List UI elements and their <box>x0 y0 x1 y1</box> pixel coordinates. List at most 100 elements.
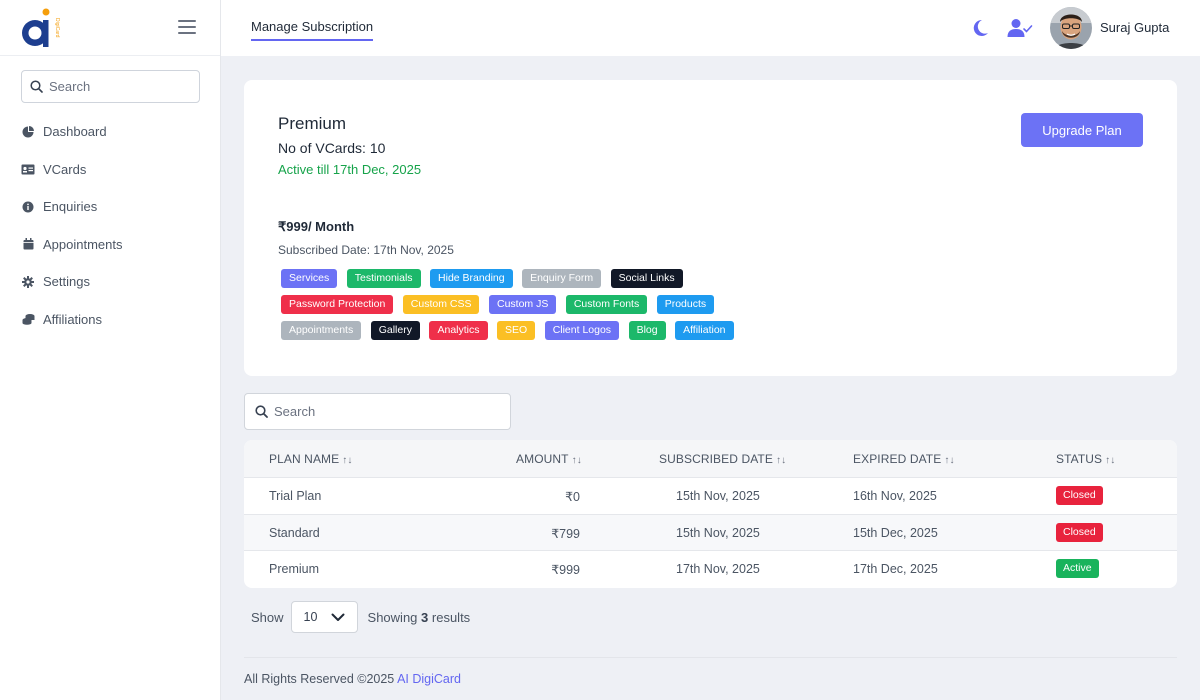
column-header-amount[interactable]: AMOUNT ↑↓ <box>516 452 582 466</box>
user-avatar[interactable] <box>1050 7 1092 49</box>
sidebar-item-affiliations[interactable]: Affiliations <box>0 301 220 339</box>
subscriptions-table: PLAN NAME ↑↓ AMOUNT ↑↓ SUBSCRIBED DATE ↑↓ E… <box>244 440 1177 589</box>
gear-icon <box>21 275 35 289</box>
feature-badge: Password Protection <box>281 295 394 314</box>
id-card-icon <box>21 162 35 176</box>
sidebar-item-dashboard[interactable]: Dashboard <box>0 113 220 151</box>
feature-badge: Products <box>656 295 715 314</box>
plan-vcards-count: No of VCards: 10 <box>278 140 386 156</box>
sidebar-search <box>21 70 200 103</box>
column-header-label: EXPIRED DATE <box>853 452 942 466</box>
info-circle-icon <box>21 200 35 214</box>
logo-text: DigiCard <box>54 18 60 38</box>
results-suffix: results <box>431 609 471 625</box>
cell-plan-name: Premium <box>269 562 320 577</box>
column-header-label: AMOUNT <box>516 452 569 466</box>
feature-badge: Gallery <box>370 321 420 340</box>
feature-badge: Testimonials <box>346 269 421 288</box>
cell-expired-date: 16th Nov, 2025 <box>853 489 937 503</box>
sidebar: DigiCard Dashboard VCards Enquiries Appo… <box>0 0 221 700</box>
sort-icon: ↑↓ <box>1105 455 1116 466</box>
table-header: PLAN NAME ↑↓ AMOUNT ↑↓ SUBSCRIBED DATE ↑↓ E… <box>244 440 1177 478</box>
column-header-label: STATUS <box>1056 452 1103 466</box>
status-badge: Closed <box>1056 522 1103 542</box>
cell-expired-date: 17th Dec, 2025 <box>853 562 938 577</box>
sort-icon: ↑↓ <box>342 455 353 466</box>
column-header-plan-name[interactable]: PLAN NAME ↑↓ <box>269 452 352 466</box>
sort-icon: ↑↓ <box>775 455 787 466</box>
table-search-input[interactable] <box>274 404 494 419</box>
column-header-expired-date[interactable]: EXPIRED DATE ↑↓ <box>853 452 955 466</box>
app-logo[interactable]: DigiCard <box>20 6 66 50</box>
feature-badge: Custom JS <box>488 295 557 314</box>
sidebar-item-vcards[interactable]: VCards <box>0 151 220 189</box>
cell-subscribed-date: 15th Nov, 2025 <box>676 525 760 540</box>
sidebar-item-label: Dashboard <box>43 124 107 140</box>
feature-badge: Custom CSS <box>402 295 480 314</box>
hamburger-menu-icon[interactable] <box>178 20 196 34</box>
feature-row: Services Testimonials Hide Branding Enquiry… <box>281 269 801 288</box>
cell-subscribed-date: 15th Nov, 2025 <box>676 489 760 503</box>
cell-expired-date: 15th Dec, 2025 <box>853 525 938 540</box>
feature-badge: Hide Branding <box>430 269 513 288</box>
table-row: Standard ₹799 15th Nov, 2025 15th Dec, 2… <box>244 514 1177 552</box>
cell-amount: ₹999 <box>551 563 580 578</box>
footer-link[interactable]: AI DigiCard <box>397 672 461 686</box>
plan-features: Services Testimonials Hide Branding Enquiry… <box>281 269 801 347</box>
sidebar-item-label: Settings <box>43 274 90 290</box>
feature-badge: Social Links <box>610 269 683 288</box>
footer-text: All Rights Reserved ©2025 <box>244 672 395 686</box>
column-header-label: PLAN NAME <box>269 452 340 466</box>
feature-badge: SEO <box>497 321 536 340</box>
tab-manage-subscription[interactable]: Manage Subscription <box>251 19 374 41</box>
plan-active-till: Active till 17th Dec, 2025 <box>278 162 422 177</box>
plan-price: ₹999/ Month <box>278 219 355 234</box>
moon-icon[interactable] <box>972 18 990 38</box>
pagination: Show 10 Showing 3 results <box>251 601 470 633</box>
sidebar-item-appointments[interactable]: Appointments <box>0 226 220 264</box>
feature-row: Appointments Gallery Analytics SEO Client Lo… <box>281 321 801 340</box>
results-prefix: Showing <box>367 609 418 625</box>
calendar-icon <box>21 237 35 251</box>
sort-icon: ↑↓ <box>571 455 582 466</box>
search-icon <box>255 405 268 418</box>
plan-subscribed-date: Subscribed Date: 17th Nov, 2025 <box>278 243 454 257</box>
user-check-icon[interactable] <box>1007 18 1033 38</box>
column-header-status[interactable]: STATUS ↑↓ <box>1056 452 1115 466</box>
feature-badge: Appointments <box>281 321 362 340</box>
per-page-select[interactable]: 10 <box>290 601 358 633</box>
per-page-value: 10 <box>303 610 318 624</box>
feature-badge: Affiliation <box>675 321 734 340</box>
table-row: Trial Plan ₹0 15th Nov, 2025 16th Nov, 2… <box>244 478 1177 515</box>
column-header-subscribed-date[interactable]: SUBSCRIBED DATE ↑↓ <box>659 452 786 466</box>
footer: All Rights Reserved ©2025 AI DigiCard <box>244 672 461 686</box>
sidebar-menu: Dashboard VCards Enquiries Appointments … <box>0 113 220 338</box>
logo-area: DigiCard <box>0 0 220 56</box>
sort-icon: ↑↓ <box>944 455 955 466</box>
pie-chart-icon <box>21 125 35 139</box>
current-plan-card: Premium No of VCards: 10 Active till 17t… <box>244 80 1177 376</box>
sidebar-item-enquiries[interactable]: Enquiries <box>0 188 220 226</box>
chevron-down-icon <box>331 613 345 621</box>
feature-badge: Blog <box>628 321 666 340</box>
sidebar-item-settings[interactable]: Settings <box>0 263 220 301</box>
status-badge: Active <box>1056 559 1099 579</box>
column-header-label: SUBSCRIBED DATE <box>659 452 773 466</box>
feature-badge: Client Logos <box>544 321 620 340</box>
cell-plan-name: Trial Plan <box>269 489 322 503</box>
show-label: Show <box>251 609 284 625</box>
cell-amount: ₹0 <box>565 490 580 504</box>
coins-icon <box>21 312 35 326</box>
cell-subscribed-date: 17th Nov, 2025 <box>676 562 760 577</box>
plan-title: Premium <box>278 114 347 133</box>
upgrade-plan-button[interactable]: Upgrade Plan <box>1021 113 1143 147</box>
sidebar-item-label: Affiliations <box>43 311 103 327</box>
sidebar-search-input[interactable] <box>49 79 189 94</box>
table-search <box>244 393 511 430</box>
feature-badge: Custom Fonts <box>565 295 648 314</box>
user-name[interactable]: Suraj Gupta <box>1100 20 1169 35</box>
feature-row: Password Protection Custom CSS Custom JS Cu… <box>281 295 801 314</box>
feature-badge: Enquiry Form <box>522 269 602 288</box>
feature-badge: Analytics <box>429 321 488 340</box>
results-summary: Showing 3 results <box>368 610 471 625</box>
